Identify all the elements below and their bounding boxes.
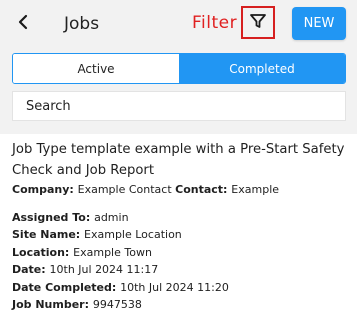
date-completed-label: Date Completed: <box>12 280 121 294</box>
site-row: Site Name: Example Location <box>12 226 346 244</box>
search-input[interactable]: Search <box>12 91 346 121</box>
company-value: Example Contact <box>77 183 176 196</box>
new-job-button[interactable]: NEW <box>292 7 346 40</box>
status-tabs: Active Completed <box>12 53 346 84</box>
contact-value: Example <box>231 183 280 196</box>
job-card[interactable]: Job Type template example with a Pre-Sta… <box>12 139 346 314</box>
company-label: Company: <box>12 183 78 196</box>
job-number-label: Job Number: <box>12 298 93 311</box>
filter-annotation-label: Filter <box>192 13 238 33</box>
contact-label: Contact: <box>175 183 232 196</box>
assigned-label: Assigned To: <box>12 210 95 224</box>
filter-button[interactable] <box>241 6 275 39</box>
job-number-row: Job Number: 9947538 <box>12 296 346 314</box>
site-value: Example Location <box>84 228 182 241</box>
company-contact-row: Company: Example Contact Contact: Exampl… <box>12 181 346 199</box>
assigned-row: Assigned To: admin <box>12 209 346 227</box>
top-bar: Jobs Filter NEW Active Completed Search <box>0 0 357 134</box>
site-label: Site Name: <box>12 228 85 241</box>
date-label: Date: <box>12 263 50 276</box>
back-button[interactable] <box>12 12 34 36</box>
date-completed-row: Date Completed: 10th Jul 2024 11:20 <box>12 279 346 297</box>
page-title: Jobs <box>64 14 100 34</box>
date-value: 10th Jul 2024 11:17 <box>49 263 159 276</box>
tab-completed[interactable]: Completed <box>179 54 345 83</box>
location-label: Location: <box>12 245 74 259</box>
tab-active[interactable]: Active <box>13 54 179 83</box>
assigned-value: admin <box>94 210 129 224</box>
location-value: Example Town <box>73 245 152 259</box>
filter-icon <box>249 12 267 34</box>
date-row: Date: 10th Jul 2024 11:17 <box>12 261 346 279</box>
chevron-left-icon <box>16 14 30 34</box>
job-title-line-2: Check and Job Report <box>12 163 154 178</box>
location-row: Location: Example Town <box>12 244 346 262</box>
job-number-value: 9947538 <box>92 298 142 311</box>
date-completed-value: 10th Jul 2024 11:20 <box>120 280 229 294</box>
job-title-line-1: Job Type template example with a Pre-Sta… <box>12 142 345 157</box>
